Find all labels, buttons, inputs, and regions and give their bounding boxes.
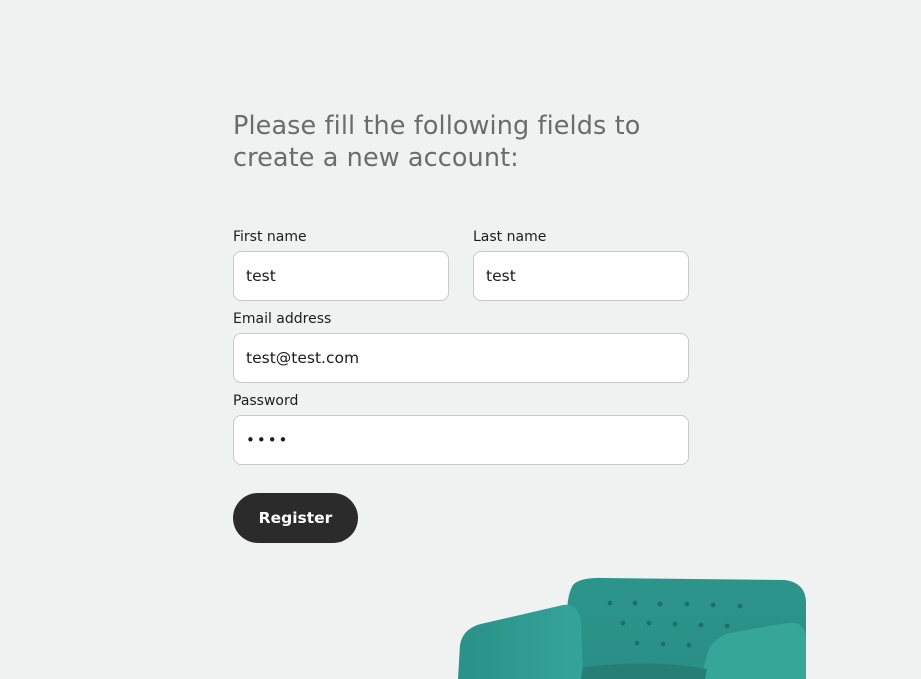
email-field-group: Email address bbox=[233, 309, 689, 383]
password-input[interactable] bbox=[233, 415, 689, 465]
email-label: Email address bbox=[233, 311, 332, 327]
email-row: Email address bbox=[233, 309, 689, 383]
first-name-input[interactable] bbox=[233, 251, 449, 301]
register-button[interactable]: Register bbox=[233, 493, 358, 543]
password-label: Password bbox=[233, 393, 299, 409]
last-name-field-group: Last name bbox=[473, 227, 689, 301]
name-row: First name Last name bbox=[233, 227, 689, 301]
register-form: Please fill the following fields to crea… bbox=[233, 110, 689, 465]
last-name-label: Last name bbox=[473, 229, 547, 245]
page-title: Please fill the following fields to crea… bbox=[233, 111, 641, 173]
first-name-label: First name bbox=[233, 229, 307, 245]
last-name-input[interactable] bbox=[473, 251, 689, 301]
register-page: Please fill the following fields to crea… bbox=[0, 0, 921, 679]
first-name-field-group: First name bbox=[233, 227, 449, 301]
email-input[interactable] bbox=[233, 333, 689, 383]
teal-armchair-image bbox=[458, 577, 807, 679]
password-field-group: Password bbox=[233, 391, 689, 465]
password-row: Password bbox=[233, 391, 689, 465]
